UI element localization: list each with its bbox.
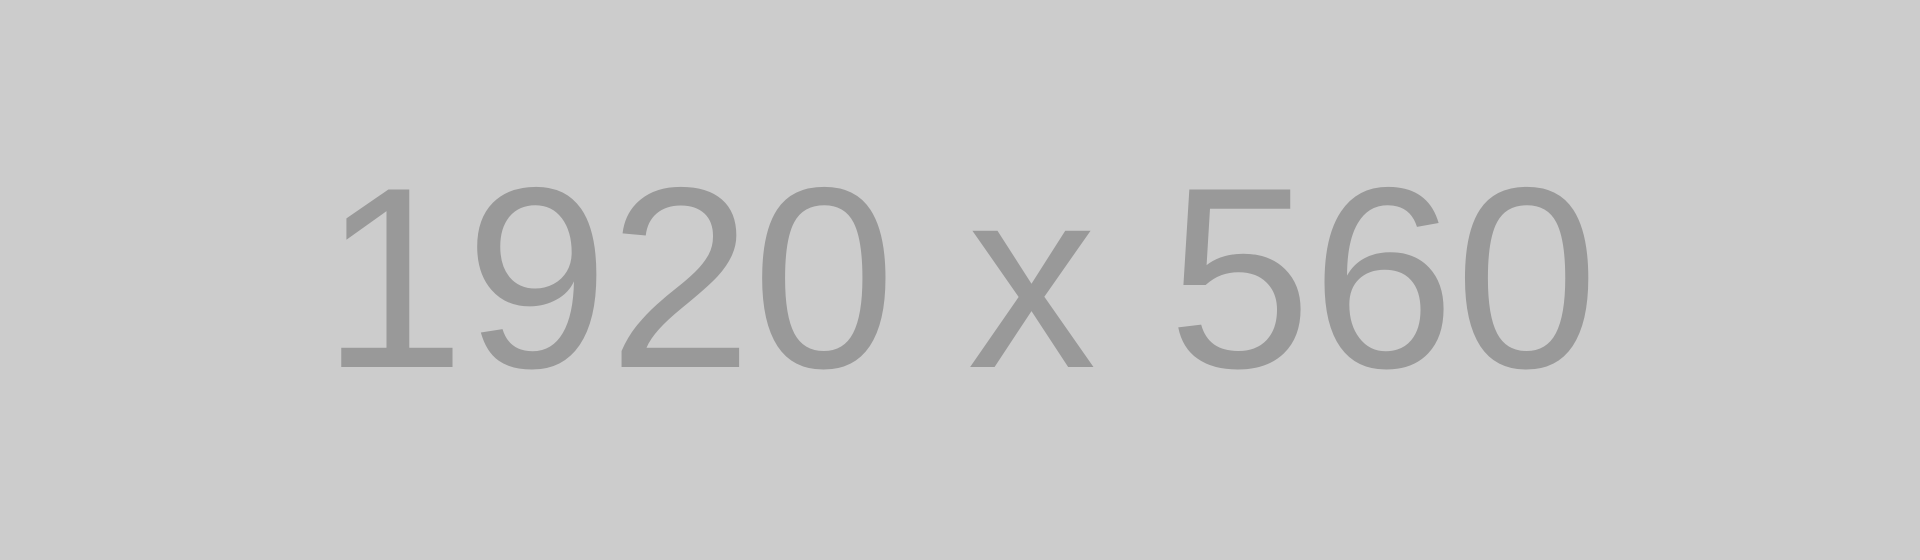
dimensions-label: 1920 x 560 [321,133,1599,422]
placeholder-image: 1920 x 560 [0,0,1920,560]
